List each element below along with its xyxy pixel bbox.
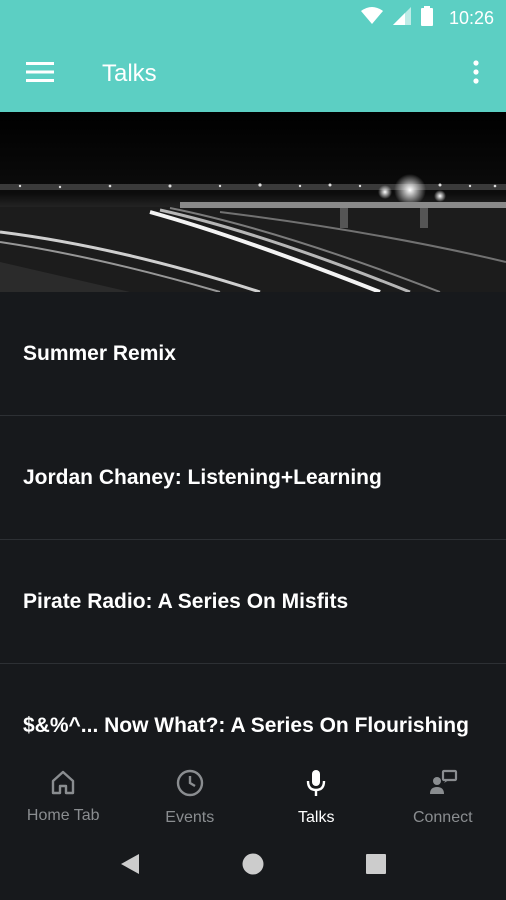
nav-label: Connect [412, 809, 473, 826]
talk-title: Jordan Chaney: Listening+Learning [23, 465, 382, 489]
page-title: Talks [102, 60, 157, 87]
talk-title: Pirate Radio: A Series On Misfits [23, 589, 349, 613]
microphone-icon [302, 768, 330, 803]
menu-icon [26, 61, 54, 87]
overflow-menu-button[interactable] [446, 36, 506, 112]
menu-button[interactable] [0, 36, 80, 112]
talks-list: Summer Remix Jordan Chaney: Listening+Le… [0, 292, 506, 762]
list-item[interactable]: Pirate Radio: A Series On Misfits [0, 540, 506, 664]
nav-item-talks[interactable]: Talks [253, 762, 380, 832]
nav-item-home-tab[interactable]: Home Tab [0, 762, 127, 832]
status-bar: 10:26 [0, 0, 506, 36]
list-item[interactable]: Summer Remix [0, 292, 506, 416]
talk-title: $&%^... Now What?: A Series On Flourishi… [23, 713, 469, 737]
recents-icon[interactable] [365, 853, 387, 880]
list-item[interactable]: Jordan Chaney: Listening+Learning [0, 416, 506, 540]
hero-banner-image [0, 112, 506, 292]
talk-title: Summer Remix [23, 341, 176, 365]
nav-item-connect[interactable]: Connect [380, 762, 506, 832]
clock-icon [175, 768, 205, 803]
more-vert-icon [473, 59, 479, 89]
bottom-navigation: Home Tab Events Talks Connect [0, 762, 506, 832]
list-item[interactable]: $&%^... Now What?: A Series On Flourishi… [0, 664, 506, 762]
cell-signal-icon [392, 6, 411, 30]
home-circle-icon[interactable] [241, 852, 265, 881]
back-icon[interactable] [119, 852, 141, 881]
battery-icon [420, 5, 433, 31]
nav-label: Talks [298, 809, 335, 826]
clock-time: 10:26 [448, 7, 494, 28]
connect-icon [427, 768, 459, 803]
nav-label: Events [165, 809, 215, 826]
home-icon [49, 768, 77, 801]
wifi-icon [360, 6, 383, 30]
nav-item-events[interactable]: Events [127, 762, 254, 832]
nav-label: Home Tab [26, 807, 100, 824]
app-bar: Talks [0, 36, 506, 112]
system-navigation-bar [0, 832, 506, 900]
